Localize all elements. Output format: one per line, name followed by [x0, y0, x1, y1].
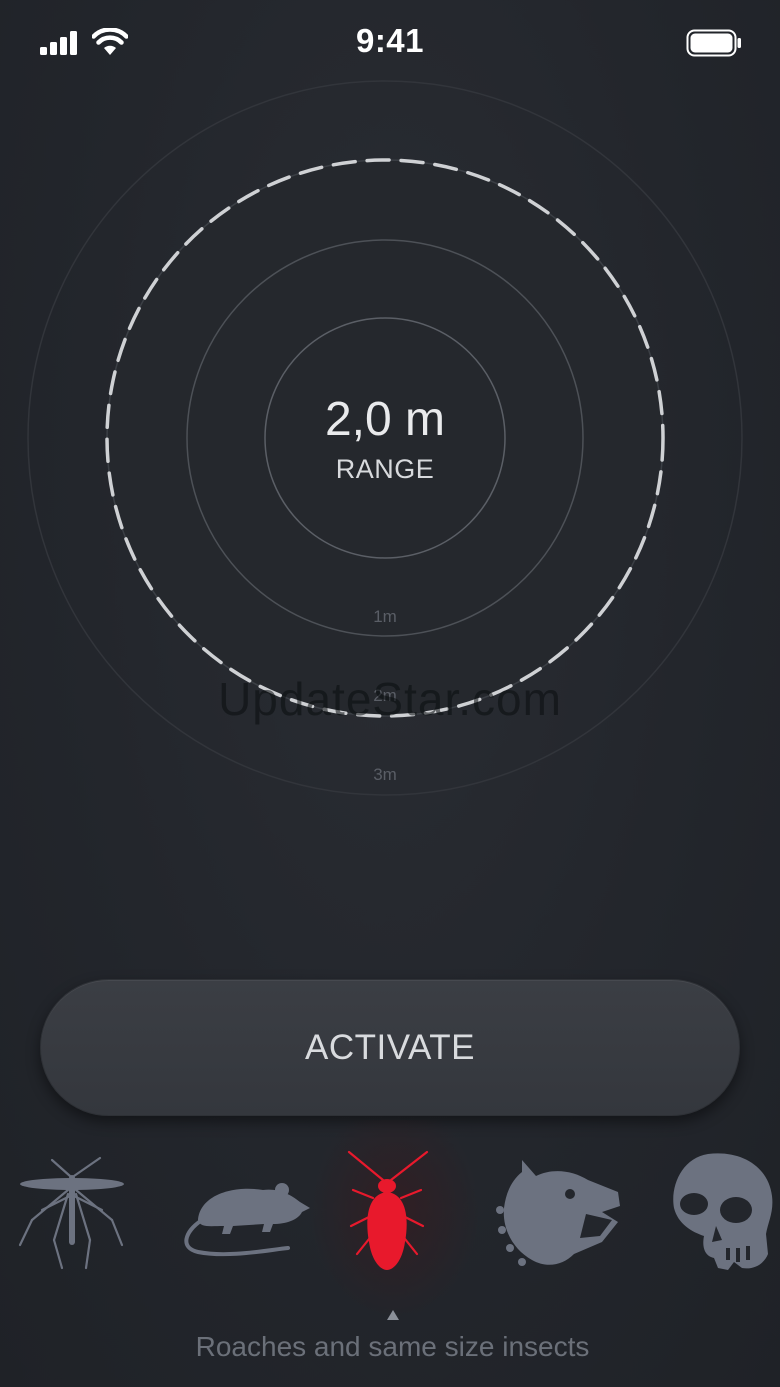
selected-pest-caption: Roaches and same size insects	[195, 1331, 590, 1362]
pest-item-rat[interactable]	[178, 1140, 310, 1290]
pest-item-dog[interactable]	[492, 1140, 622, 1290]
rat-icon	[184, 1183, 310, 1257]
activate-button[interactable]: ACTIVATE	[40, 979, 740, 1116]
ring-label-1m: 1m	[373, 607, 397, 626]
range-value: 2,0 m	[324, 393, 446, 446]
skull-icon	[673, 1153, 773, 1270]
range-label: RANGE	[335, 454, 435, 484]
ring-label-3m: 3m	[373, 765, 397, 784]
pest-item-cockroach[interactable]	[327, 1140, 457, 1290]
pest-item-mosquito[interactable]	[12, 1140, 142, 1290]
watermark: UpdateStar.com	[218, 673, 562, 725]
cockroach-icon	[347, 1150, 429, 1270]
pest-item-skull[interactable]	[668, 1140, 780, 1290]
selected-pest-caret-icon	[387, 1310, 399, 1320]
pest-selector[interactable]	[0, 1140, 780, 1300]
mosquito-icon	[18, 1156, 124, 1270]
dog-icon	[496, 1160, 620, 1266]
